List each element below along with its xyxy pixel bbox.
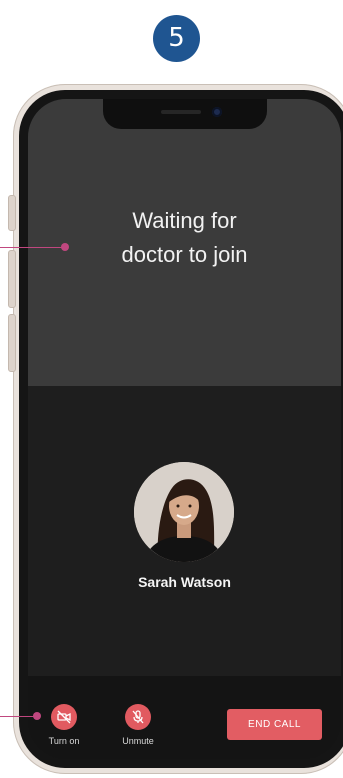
- phone-side-button: [8, 195, 16, 231]
- local-video-area: Sarah Watson: [28, 386, 341, 676]
- step-number-badge: 5: [153, 15, 200, 62]
- remote-video-area: Waiting for doctor to join: [28, 99, 341, 386]
- phone-notch: [103, 99, 267, 129]
- mic-off-icon: [132, 710, 144, 724]
- front-camera: [212, 107, 222, 117]
- mic-toggle[interactable]: Unmute: [108, 676, 168, 746]
- waiting-message: Waiting for doctor to join: [28, 204, 341, 272]
- video-call-screen: Waiting for doctor to join Sarah Watson …: [28, 99, 341, 759]
- mic-toggle-button[interactable]: [125, 704, 151, 730]
- camera-off-icon: [57, 710, 71, 724]
- end-call-button[interactable]: END CALL: [227, 709, 322, 740]
- mic-toggle-label: Unmute: [122, 736, 154, 746]
- phone-side-button: [8, 314, 16, 372]
- waiting-message-line-1: Waiting for: [132, 208, 237, 233]
- annotation-line-waiting: [0, 247, 64, 248]
- camera-toggle-button[interactable]: [51, 704, 77, 730]
- call-control-bar: Turn on Unmute END CALL: [28, 676, 341, 759]
- annotation-line-controls: [0, 716, 36, 717]
- tutorial-canvas: 5 Waiting for doctor to join Sarah Watso…: [0, 0, 343, 778]
- annotation-dot-waiting: [61, 243, 69, 251]
- avatar-portrait: [134, 462, 234, 562]
- camera-toggle[interactable]: Turn on: [34, 676, 94, 746]
- annotation-dot-controls: [33, 712, 41, 720]
- phone-side-button: [8, 250, 16, 308]
- avatar: [134, 462, 234, 562]
- waiting-message-line-2: doctor to join: [121, 242, 248, 267]
- participant-name: Sarah Watson: [138, 574, 231, 590]
- earpiece-speaker: [161, 110, 201, 114]
- camera-toggle-label: Turn on: [48, 736, 80, 746]
